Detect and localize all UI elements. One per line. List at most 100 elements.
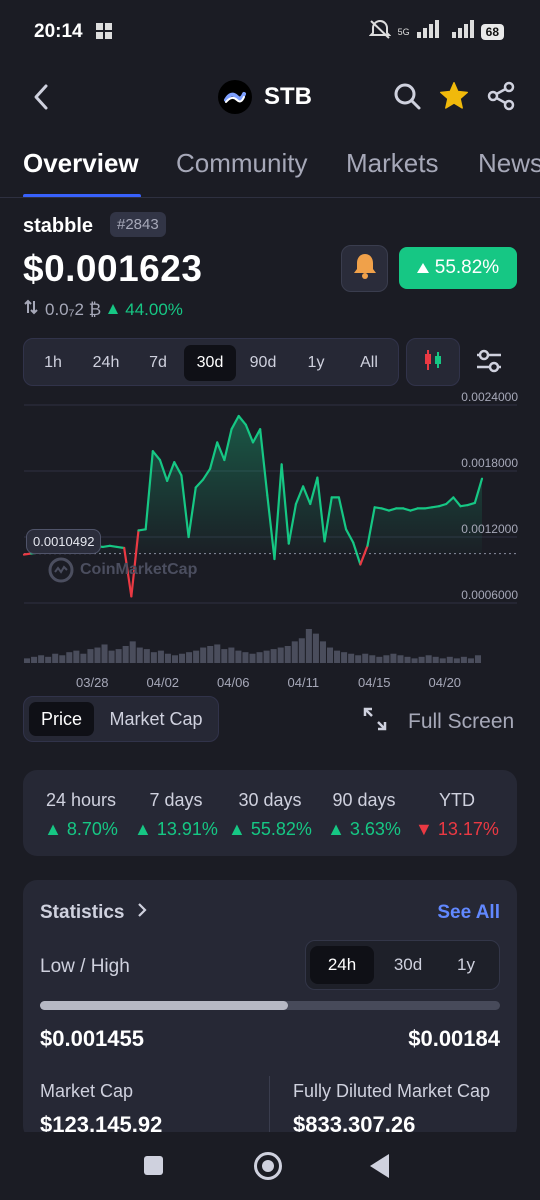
volume-bar <box>348 653 355 663</box>
perf-value: ▲ 55.82% <box>228 819 312 839</box>
volume-bar <box>186 652 193 663</box>
network-label: 5G <box>397 26 410 37</box>
volume-bar <box>270 649 277 663</box>
share-icon[interactable] <box>486 81 516 116</box>
perf-item: 90 days ▲ 3.63% <box>323 790 405 840</box>
status-icons: 5G 68 <box>368 19 504 44</box>
status-time: 20:14 <box>34 21 83 42</box>
volume-bar <box>291 641 298 663</box>
price-line-segment <box>359 544 369 566</box>
volume-bar <box>115 649 122 663</box>
range-30d[interactable]: 30d <box>184 345 236 381</box>
perf-label: 7 days <box>149 790 203 810</box>
perf-label: 30 days <box>238 790 302 810</box>
volume-bar <box>460 656 467 663</box>
volume-bar <box>376 656 383 663</box>
volume-bar <box>108 650 115 663</box>
tab-overview[interactable]: Overview <box>23 148 139 179</box>
volume-bar <box>369 655 376 663</box>
volume-bar <box>390 653 397 663</box>
volume-bar <box>66 652 73 663</box>
perf-label: 24 hours <box>45 790 117 810</box>
volume-bar <box>101 644 108 663</box>
perf-value: ▲ 3.63% <box>327 819 401 839</box>
period-30d[interactable]: 30d <box>376 946 440 984</box>
star-icon[interactable] <box>438 80 470 117</box>
volume-bar <box>143 649 150 663</box>
statistics-card: Statistics See All Low / High 24h 30d 1y… <box>23 880 517 1140</box>
triangle-up-icon: ▲ <box>228 819 251 839</box>
period-24h[interactable]: 24h <box>310 946 374 984</box>
swap-icon <box>23 299 39 320</box>
volume-bar <box>52 653 59 663</box>
volume-bar <box>136 647 143 663</box>
perf-label: YTD <box>439 790 475 810</box>
back-icon[interactable] <box>28 82 54 117</box>
price-chart[interactable]: 0.0024000 0.0018000 0.0012000 0.0006000 03/2… <box>0 390 540 695</box>
volume-bar <box>404 656 411 663</box>
volume-bar <box>439 658 446 663</box>
signal-icon <box>416 20 445 43</box>
search-icon[interactable] <box>392 81 422 116</box>
tab-markets[interactable]: Markets <box>346 148 438 179</box>
triangle-up-icon: ▲ <box>44 819 67 839</box>
tab-community[interactable]: Community <box>176 148 307 179</box>
perf-label: 90 days <box>332 790 396 810</box>
back-button[interactable] <box>370 1154 389 1178</box>
signal-icon-2 <box>451 20 474 43</box>
market-cap-toggle-button[interactable]: Market Cap <box>98 702 214 736</box>
high-value: $0.00184 <box>408 1026 500 1051</box>
change-30d-badge: 55.82% <box>399 247 517 289</box>
price-alert-button[interactable] <box>341 245 388 292</box>
chart-type-toggle: Price Market Cap <box>23 696 219 742</box>
candlestick-toggle-button[interactable] <box>406 338 460 386</box>
range-24h[interactable]: 24h <box>80 345 132 381</box>
volume-bar <box>411 658 418 663</box>
btc-price-line: 0.0₇2 ₿ 44.00% <box>23 299 183 320</box>
low-high-label: Low / High <box>40 956 130 977</box>
volume-bar <box>87 649 94 663</box>
windows-logo-icon <box>96 23 112 44</box>
triangle-up-icon: ▲ <box>134 819 157 839</box>
volume-bar <box>319 641 326 663</box>
chart-settings-icon[interactable] <box>474 346 504 381</box>
fullscreen-button[interactable]: Full Screen <box>362 706 514 738</box>
volume-bar <box>80 653 87 663</box>
fdv-label: Fully Diluted Market Cap <box>293 1081 491 1101</box>
range-1h[interactable]: 1h <box>27 345 79 381</box>
coin-name: stabble <box>23 215 94 237</box>
mute-icon <box>368 19 392 44</box>
x-tick-label: 04/06 <box>217 675 250 690</box>
expand-icon <box>362 706 388 738</box>
home-button[interactable] <box>254 1152 282 1180</box>
x-tick-label: 04/15 <box>358 675 391 690</box>
statistics-header[interactable]: Statistics <box>40 902 148 924</box>
range-7d[interactable]: 7d <box>132 345 184 381</box>
watermark-text: CoinMarketCap <box>80 561 198 578</box>
volume-bar <box>214 644 221 663</box>
stats-period-selector: 24h 30d 1y <box>305 940 500 990</box>
range-90d[interactable]: 90d <box>237 345 289 381</box>
tab-news[interactable]: News <box>478 148 540 179</box>
range-1y[interactable]: 1y <box>290 345 342 381</box>
low-value: $0.001455 <box>40 1026 144 1051</box>
x-tick-label: 04/20 <box>428 675 462 690</box>
btc-price: 0.0₇2 ₿ <box>45 299 102 319</box>
volume-bar <box>249 653 256 663</box>
perf-item: YTD ▼ 13.17% <box>415 790 499 840</box>
range-all[interactable]: All <box>343 345 395 381</box>
triangle-down-icon: ▼ <box>415 819 438 839</box>
fullscreen-label: Full Screen <box>408 710 515 733</box>
price-toggle-button[interactable]: Price <box>29 702 94 736</box>
recents-button[interactable] <box>144 1156 163 1175</box>
volume-bar <box>425 655 432 663</box>
period-1y[interactable]: 1y <box>434 946 498 984</box>
see-all-link[interactable]: See All <box>437 902 500 924</box>
volume-bar <box>355 655 362 663</box>
coin-header: STB <box>0 70 540 126</box>
volume-bar <box>221 649 228 663</box>
header-actions <box>392 80 516 117</box>
volume-bar <box>94 647 101 663</box>
volume-bar <box>150 652 157 663</box>
volume-bar <box>383 655 390 663</box>
